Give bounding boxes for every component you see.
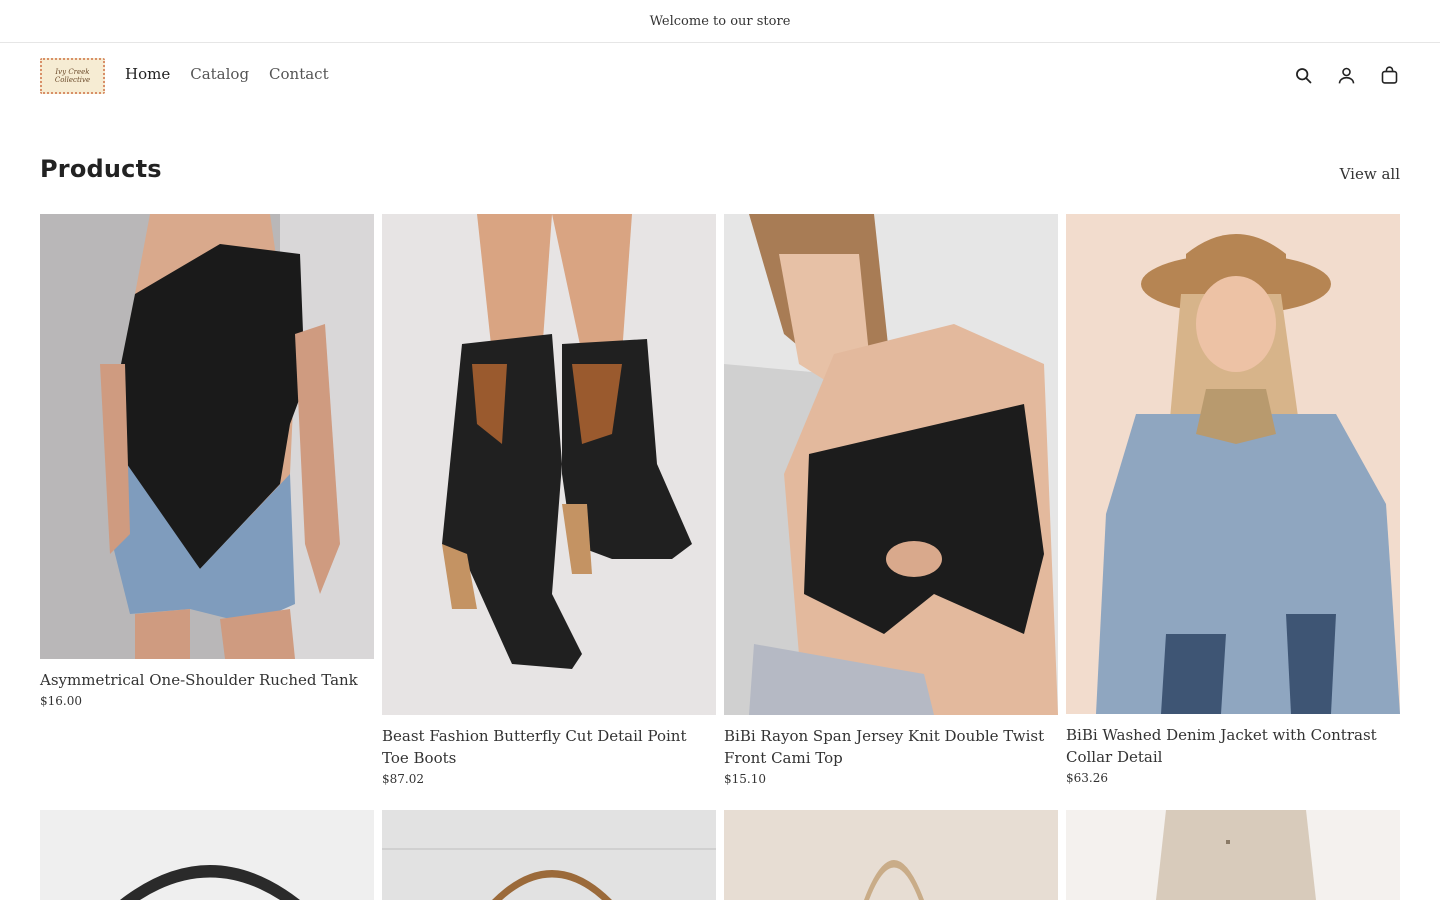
announcement-bar: Welcome to our store [0,0,1440,43]
product-image[interactable] [40,214,374,659]
product-image[interactable] [40,810,374,900]
nav-catalog[interactable]: Catalog [190,65,249,83]
product-image[interactable] [1066,810,1400,900]
product-grid: Asymmetrical One-Shoulder Ruched Tank $1… [40,214,1400,786]
product-image[interactable] [724,810,1058,900]
logo-text: Ivy Creek Collective [54,68,91,84]
product-card[interactable]: BiBi Washed Denim Jacket with Contrast C… [1066,214,1400,786]
cart-icon[interactable] [1379,65,1400,86]
product-price: $15.10 [724,772,766,786]
site-header: Ivy Creek Collective Home Catalog Contac… [0,43,1440,109]
nav-contact[interactable]: Contact [269,65,329,83]
account-icon[interactable] [1336,65,1357,86]
product-price: $16.00 [40,694,82,708]
nav-home[interactable]: Home [125,65,170,83]
main-nav: Home Catalog Contact [125,65,329,83]
product-card[interactable]: BiBi Rayon Span Jersey Knit Double Twist… [724,214,1058,786]
product-title[interactable]: Asymmetrical One-Shoulder Ruched Tank [40,669,374,691]
product-card[interactable]: Asymmetrical One-Shoulder Ruched Tank $1… [40,214,374,786]
product-image[interactable] [382,810,716,900]
product-title[interactable]: BiBi Washed Denim Jacket with Contrast C… [1066,724,1400,768]
product-title[interactable]: BiBi Rayon Span Jersey Knit Double Twist… [724,725,1058,769]
product-price: $63.26 [1066,771,1108,785]
search-icon[interactable] [1293,65,1314,86]
view-all-link[interactable]: View all [1340,165,1400,183]
announcement-text: Welcome to our store [649,13,791,29]
product-image[interactable] [382,214,716,715]
product-image[interactable] [1066,214,1400,714]
product-price: $87.02 [382,772,424,786]
product-grid-row-2 [40,810,1400,900]
header-icons [1293,65,1400,86]
product-image[interactable] [724,214,1058,715]
section-title: Products [40,155,162,183]
store-logo[interactable]: Ivy Creek Collective [40,58,105,94]
product-title[interactable]: Beast Fashion Butterfly Cut Detail Point… [382,725,716,769]
product-card[interactable]: Beast Fashion Butterfly Cut Detail Point… [382,214,716,786]
